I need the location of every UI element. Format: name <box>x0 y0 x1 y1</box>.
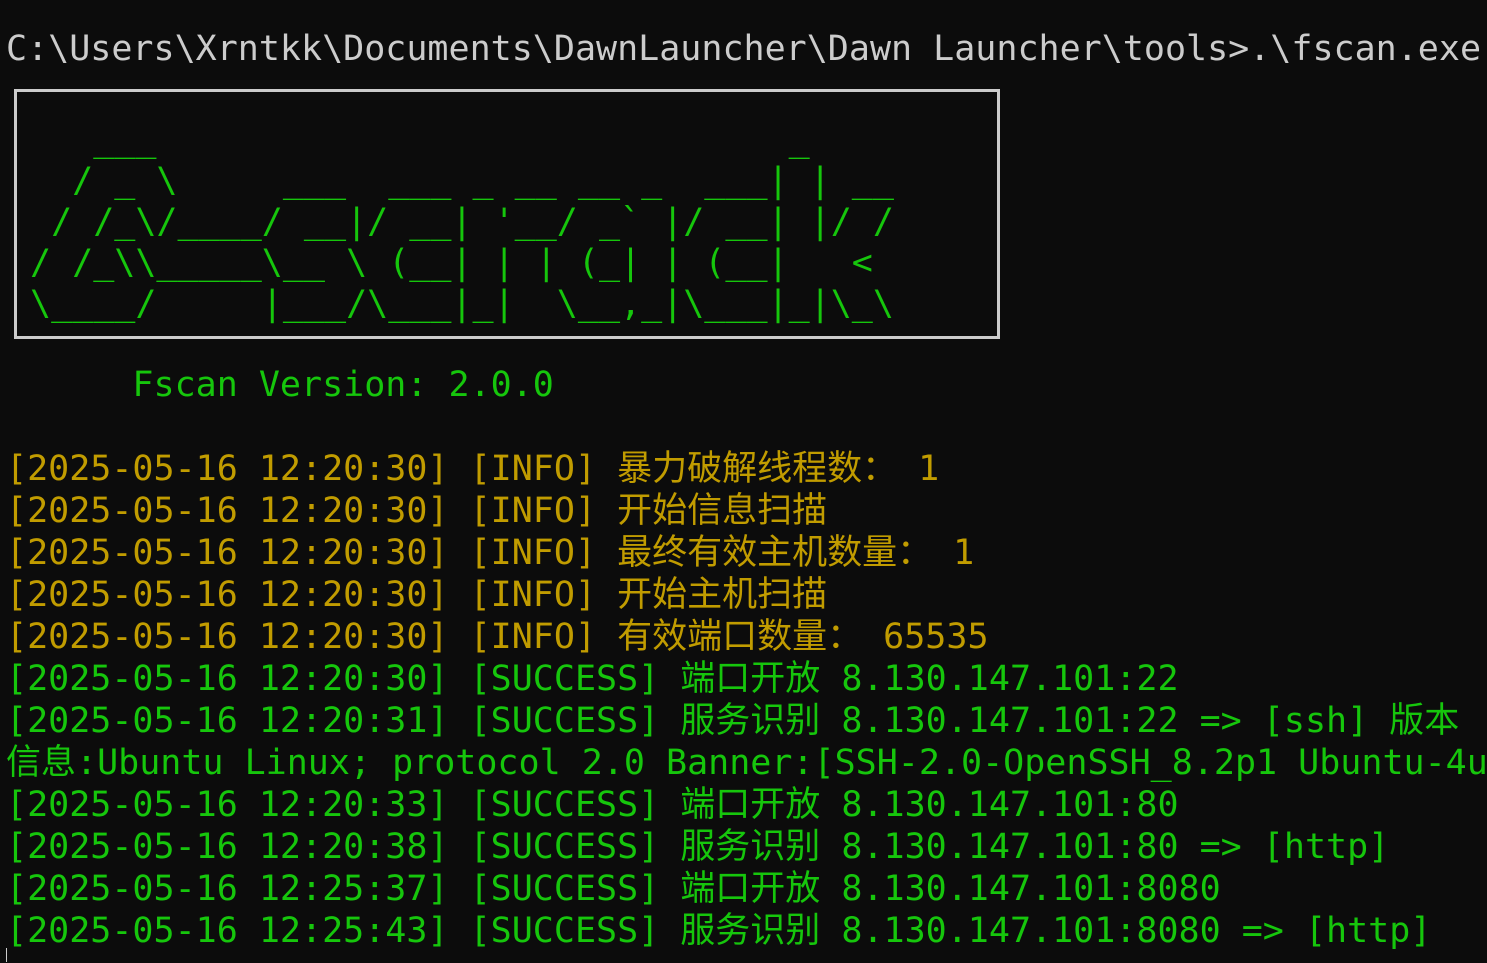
log-line-wrapped: 信息:Ubuntu Linux; protocol 2.0 Banner:[SS… <box>6 743 1487 783</box>
log-line: [2025-05-16 12:20:30] [INFO] 有效端口数量： 655… <box>6 617 989 657</box>
log-line: [2025-05-16 12:20:30] [INFO] 开始信息扫描 <box>6 491 828 531</box>
text-cursor <box>6 948 7 962</box>
log-line: [2025-05-16 12:25:43] [SUCCESS] 服务识别 8.1… <box>6 911 1432 951</box>
log-line: [2025-05-16 12:20:30] [SUCCESS] 端口开放 8.1… <box>6 659 1179 699</box>
fscan-ascii-banner: ___ _ / _ \ ___ ___ _ __ __ _ ___| | __ … <box>30 120 894 324</box>
log-line: [2025-05-16 12:20:33] [SUCCESS] 端口开放 8.1… <box>6 785 1179 825</box>
log-line: [2025-05-16 12:20:31] [SUCCESS] 服务识别 8.1… <box>6 701 1460 741</box>
log-line: [2025-05-16 12:20:30] [INFO] 暴力破解线程数： 1 <box>6 449 940 489</box>
log-line: [2025-05-16 12:25:37] [SUCCESS] 端口开放 8.1… <box>6 869 1221 909</box>
log-line: [2025-05-16 12:20:30] [INFO] 最终有效主机数量： 1 <box>6 533 975 573</box>
log-line: [2025-05-16 12:20:38] [SUCCESS] 服务识别 8.1… <box>6 827 1390 867</box>
command-prompt-line: C:\Users\Xrntkk\Documents\DawnLauncher\D… <box>6 29 1482 69</box>
log-line: [2025-05-16 12:20:30] [INFO] 开始主机扫描 <box>6 575 828 615</box>
version-line: Fscan Version: 2.0.0 <box>6 365 554 405</box>
